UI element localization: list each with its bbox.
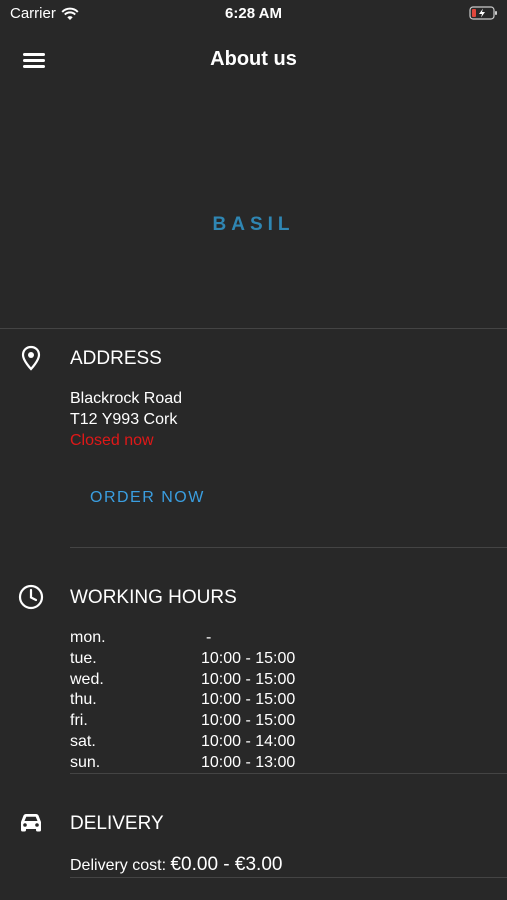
hours-day: fri. (70, 712, 88, 730)
hours-day: thu. (70, 691, 97, 709)
logo-area: BASIL (0, 90, 507, 328)
address-city: T12 Y993 Cork (70, 411, 178, 428)
delivery-cost: Delivery cost: €0.00 - €3.00 (70, 854, 282, 876)
delivery-cost-label: Delivery cost: (70, 857, 167, 874)
hours-day: sun. (70, 753, 101, 771)
status-time: 6:28 AM (225, 5, 282, 22)
hours-row: mon. - (70, 629, 370, 650)
page-title: About us (210, 48, 297, 70)
clock-icon (18, 584, 44, 610)
restaurant-logo: BASIL (0, 210, 507, 240)
location-pin-icon (21, 345, 41, 371)
hours-day: mon. (70, 629, 106, 646)
hours-time: 10:00 - 13:00 (201, 753, 296, 771)
delivery-heading: DELIVERY (70, 813, 164, 834)
hours-day: wed. (70, 670, 104, 688)
divider (70, 773, 507, 774)
car-icon (21, 814, 41, 832)
hours-time: - (206, 629, 212, 646)
hours-time: 10:00 - 15:00 (201, 691, 296, 709)
hours-time: 10:00 - 15:00 (201, 670, 296, 688)
address-heading: ADDRESS (70, 348, 162, 369)
status-bar: Carrier 6:28 AM (0, 0, 507, 28)
address-street: Blackrock Road (70, 390, 183, 407)
open-status: Closed now (70, 432, 154, 449)
hours-time: 10:00 - 15:00 (201, 712, 296, 730)
hours-day: sat. (70, 733, 96, 750)
hours-time: 10:00 - 14:00 (201, 733, 296, 750)
delivery-cost-value: €0.00 - €3.00 (170, 854, 283, 875)
order-now-button[interactable]: ORDER NOW (90, 489, 205, 507)
navigation-bar: About us (0, 38, 507, 82)
battery-charging-icon (469, 6, 497, 20)
logo-subtitle (0, 235, 507, 240)
hours-row: thu. 10:00 - 15:00 (70, 691, 370, 712)
hours-row: fri. 10:00 - 15:00 (70, 712, 370, 733)
status-right (469, 5, 499, 25)
hours-row: tue. 10:00 - 15:00 (70, 650, 370, 671)
working-hours-heading: WORKING HOURS (70, 587, 237, 608)
hours-row: sat. 10:00 - 14:00 (70, 733, 370, 754)
divider (70, 547, 507, 548)
logo-wordmark: BASIL (212, 214, 295, 235)
divider (0, 328, 507, 329)
hours-row: wed. 10:00 - 15:00 (70, 671, 370, 692)
hours-day: tue. (70, 649, 97, 667)
divider (70, 877, 507, 878)
hours-row: sun. 10:00 - 13:00 (70, 754, 370, 775)
hours-time: 10:00 - 15:00 (201, 649, 296, 667)
